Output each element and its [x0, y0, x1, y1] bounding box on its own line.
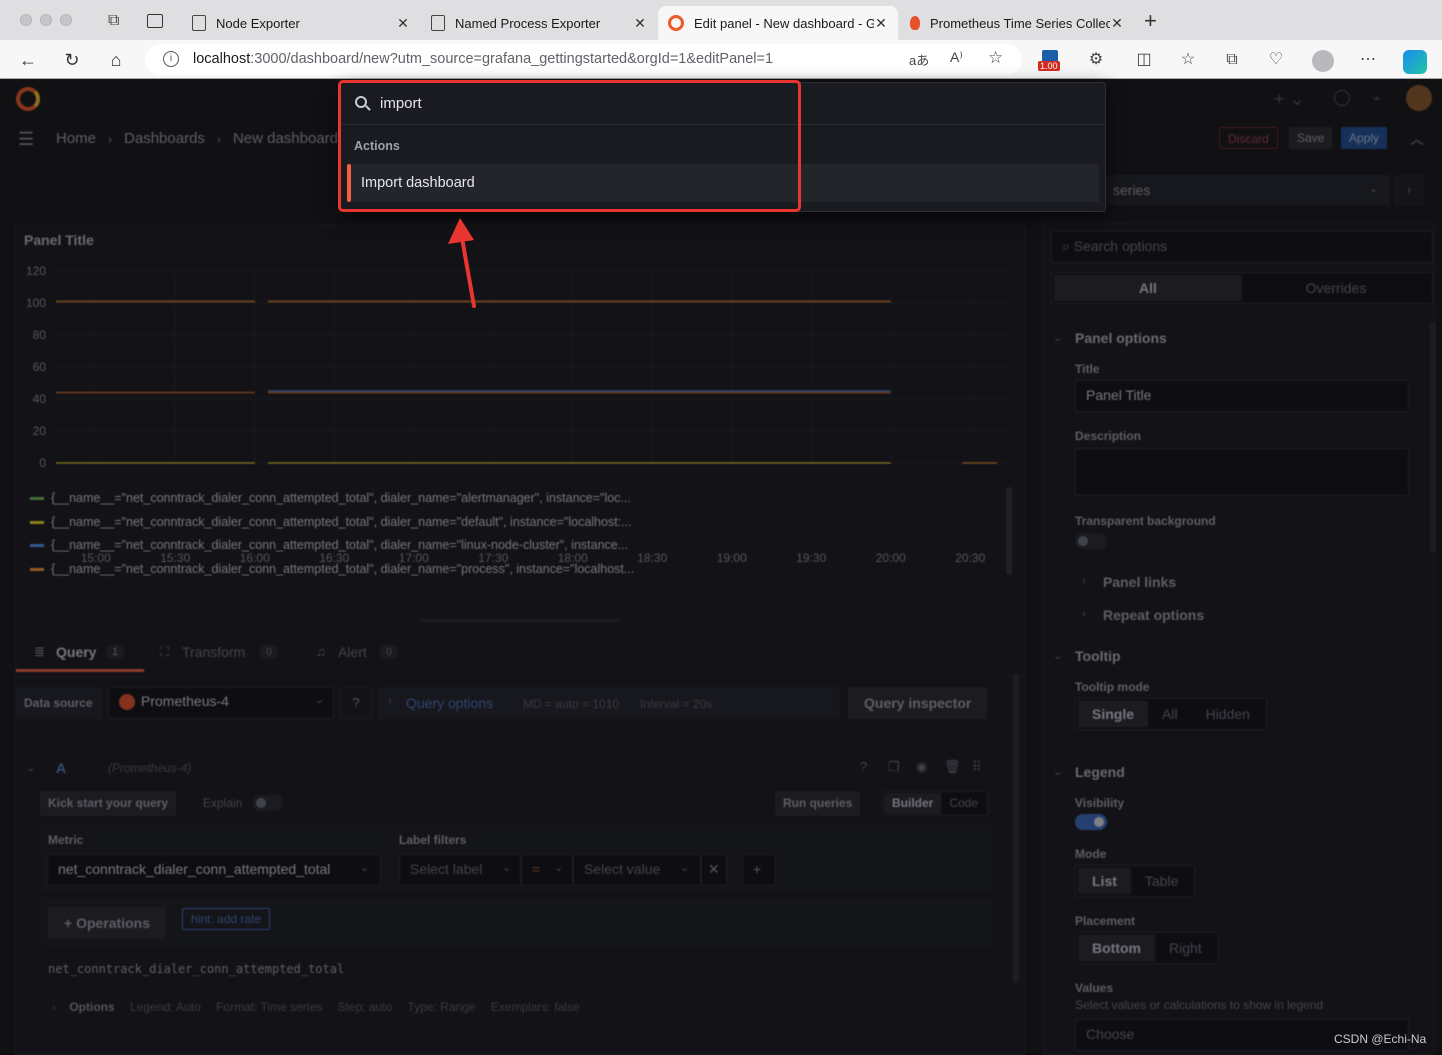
vertical-tabs-icon[interactable] [147, 14, 163, 28]
tab-title: Node Exporter [216, 15, 300, 31]
read-aloud-icon[interactable]: A⁾ [950, 49, 963, 66]
extensions-icon[interactable]: ⚙ [1086, 50, 1106, 70]
annotation-arrow-icon [448, 218, 476, 308]
browser-tab-bar: ⧉ Node Exporter ✕ Named Process Exporter… [0, 0, 1442, 40]
page-icon [431, 15, 445, 31]
close-tab-icon[interactable]: ✕ [874, 15, 888, 32]
watermark: CSDN @Echi-Na [1334, 1032, 1427, 1046]
address-bar[interactable]: i localhost:3000/dashboard/new?utm_sourc… [145, 44, 1022, 75]
tab-edit-panel[interactable]: Edit panel - New dashboard - G ✕ [658, 6, 898, 40]
reload-icon[interactable]: ↻ [60, 48, 84, 72]
profile-avatar[interactable] [1312, 50, 1334, 72]
tab-node-exporter[interactable]: Node Exporter ✕ [182, 6, 420, 40]
favorite-star-icon[interactable]: ☆ [988, 48, 1003, 68]
url-path: :3000/dashboard/new?utm_source=grafana_g… [250, 51, 774, 67]
url-host: localhost [193, 51, 251, 67]
url-text: localhost:3000/dashboard/new?utm_source=… [193, 51, 773, 67]
tab-named-process-exporter[interactable]: Named Process Exporter ✕ [421, 6, 657, 40]
home-icon[interactable]: ⌂ [104, 48, 128, 72]
close-tab-icon[interactable]: ✕ [633, 15, 647, 32]
close-tab-icon[interactable]: ✕ [396, 15, 410, 32]
tab-title: Edit panel - New dashboard - G [694, 15, 874, 31]
site-info-icon[interactable]: i [163, 51, 179, 67]
split-screen-icon[interactable]: ◫ [1134, 50, 1154, 70]
minimize-window-button[interactable] [40, 14, 52, 26]
collections-icon[interactable]: ⧉ [1222, 50, 1242, 70]
close-window-button[interactable] [20, 14, 32, 26]
extension-badge[interactable]: 1.00 [1038, 50, 1064, 72]
new-tab-icon[interactable]: + [1144, 8, 1157, 34]
maximize-window-button[interactable] [60, 14, 72, 26]
back-icon[interactable]: ← [16, 48, 40, 72]
copilot-icon[interactable] [1403, 50, 1427, 74]
more-menu-icon[interactable]: ⋯ [1358, 50, 1378, 70]
tab-title: Prometheus Time Series Collec [930, 15, 1110, 31]
grafana-logo-icon [668, 15, 684, 31]
prometheus-logo-icon [910, 16, 920, 30]
annotation-highlight-box [338, 80, 801, 212]
tab-prometheus-time-series[interactable]: Prometheus Time Series Collec ✕ [900, 6, 1134, 40]
modal-backdrop[interactable] [0, 79, 1442, 1055]
tab-title: Named Process Exporter [455, 15, 601, 31]
extension-badge-count: 1.00 [1038, 61, 1060, 71]
page-icon [192, 15, 206, 31]
close-tab-icon[interactable]: ✕ [1110, 15, 1124, 32]
browser-essentials-icon[interactable]: ♡ [1266, 50, 1286, 70]
translate-icon[interactable]: aあ [909, 50, 929, 69]
favorites-icon[interactable]: ☆ [1178, 50, 1198, 70]
workspaces-icon[interactable]: ⧉ [108, 12, 119, 30]
